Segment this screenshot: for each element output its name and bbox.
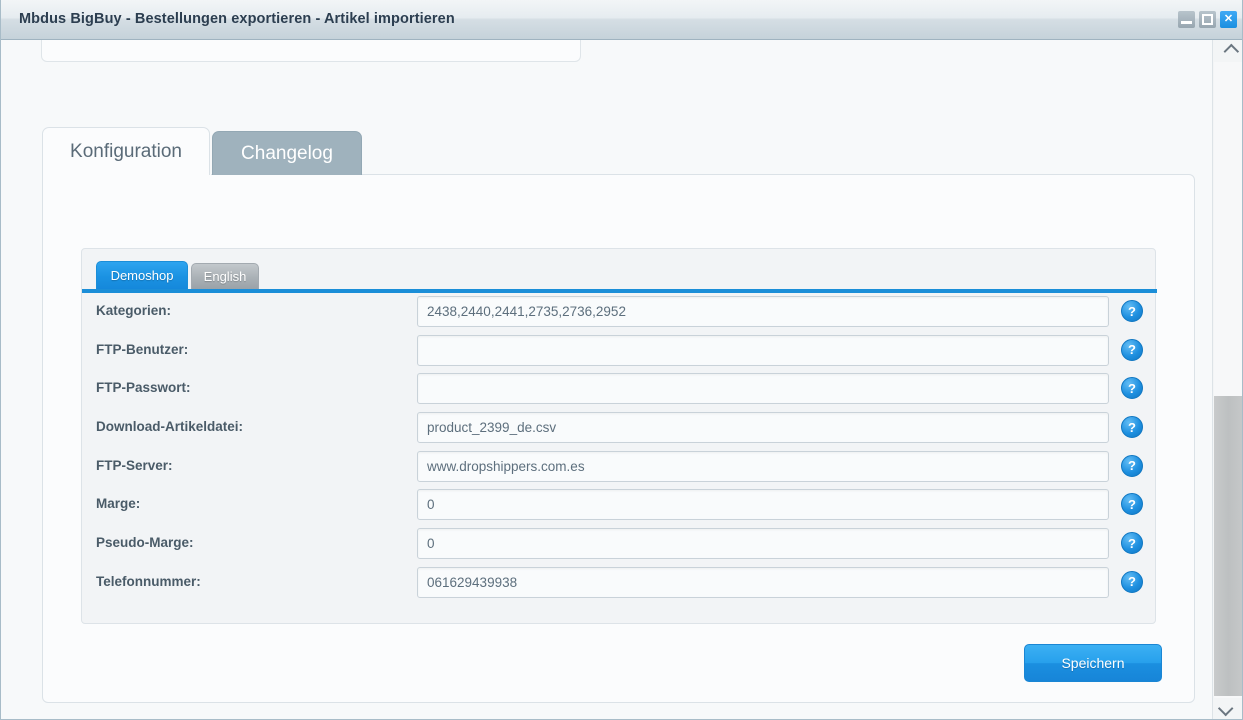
- tab-konfiguration-label: Konfiguration: [70, 141, 182, 163]
- save-button[interactable]: Speichern: [1024, 644, 1162, 682]
- shop-tab-english[interactable]: English: [191, 263, 259, 289]
- title-bar: Mbdus BigBuy - Bestellungen exportieren …: [1, 0, 1243, 40]
- configuration-form: Kategorien:?FTP-Benutzer:?FTP-Passwort:?…: [82, 293, 1157, 603]
- minimize-button[interactable]: [1178, 11, 1195, 28]
- shop-tab-english-label: English: [204, 269, 247, 284]
- label-ftp-passwort: FTP-Passwort:: [96, 380, 191, 395]
- tab-konfiguration[interactable]: Konfiguration: [42, 127, 210, 175]
- help-icon-telefonnummer[interactable]: ?: [1121, 571, 1143, 593]
- maximize-button[interactable]: [1199, 11, 1216, 28]
- form-row-kategorien: Kategorien:?: [82, 293, 1157, 332]
- input-ftp-benutzer[interactable]: [417, 335, 1109, 366]
- resize-grip[interactable]: [1232, 709, 1242, 719]
- shop-tab-bar: Demoshop English: [82, 249, 1157, 291]
- help-icon-kategorien[interactable]: ?: [1121, 300, 1143, 322]
- outer-tab-bar: Konfiguration Changelog: [42, 127, 1195, 175]
- shop-settings-panel: Demoshop English Kategorien:?FTP-Benutze…: [81, 248, 1156, 624]
- chevron-up-icon: [1224, 43, 1240, 59]
- input-pseudo-marge[interactable]: [417, 528, 1109, 559]
- close-button[interactable]: ✕: [1220, 11, 1237, 28]
- input-ftp-passwort[interactable]: [417, 373, 1109, 404]
- form-row-pseudo-marge: Pseudo-Marge:?: [82, 525, 1157, 564]
- window-title: Mbdus BigBuy - Bestellungen exportieren …: [19, 11, 455, 27]
- input-ftp-server[interactable]: [417, 451, 1109, 482]
- input-telefonnummer[interactable]: [417, 567, 1109, 598]
- vertical-scrollbar[interactable]: [1212, 40, 1243, 719]
- input-kategorien[interactable]: [417, 296, 1109, 327]
- form-row-ftp-passwort: FTP-Passwort:?: [82, 370, 1157, 409]
- close-icon: ✕: [1220, 11, 1237, 28]
- label-download-artikeldatei: Download-Artikeldatei:: [96, 419, 243, 434]
- label-ftp-benutzer: FTP-Benutzer:: [96, 342, 188, 357]
- form-row-marge: Marge:?: [82, 486, 1157, 525]
- help-icon-pseudo-marge[interactable]: ?: [1121, 532, 1143, 554]
- label-ftp-server: FTP-Server:: [96, 458, 173, 473]
- label-marge: Marge:: [96, 496, 140, 511]
- form-row-download-artikeldatei: Download-Artikeldatei:?: [82, 409, 1157, 448]
- minimize-icon: [1181, 21, 1192, 24]
- konfiguration-panel: Demoshop English Kategorien:?FTP-Benutze…: [42, 174, 1195, 703]
- form-row-ftp-benutzer: FTP-Benutzer:?: [82, 332, 1157, 371]
- label-kategorien: Kategorien:: [96, 303, 171, 318]
- label-telefonnummer: Telefonnummer:: [96, 574, 201, 589]
- help-icon-ftp-passwort[interactable]: ?: [1121, 377, 1143, 399]
- partial-panel-above: [41, 40, 581, 62]
- maximize-icon: [1202, 14, 1213, 25]
- form-row-ftp-server: FTP-Server:?: [82, 448, 1157, 487]
- help-icon-marge[interactable]: ?: [1121, 493, 1143, 515]
- form-row-telefonnummer: Telefonnummer:?: [82, 564, 1157, 603]
- page-content: Konfiguration Changelog Demoshop English: [2, 40, 1212, 719]
- shop-tab-demoshop[interactable]: Demoshop: [96, 261, 188, 289]
- help-icon-ftp-benutzer[interactable]: ?: [1121, 339, 1143, 361]
- scroll-up-arrow[interactable]: [1214, 40, 1243, 62]
- tab-changelog[interactable]: Changelog: [212, 131, 362, 175]
- help-icon-ftp-server[interactable]: ?: [1121, 455, 1143, 477]
- label-pseudo-marge: Pseudo-Marge:: [96, 535, 194, 550]
- scrollbar-thumb[interactable]: [1214, 396, 1243, 696]
- help-icon-download-artikeldatei[interactable]: ?: [1121, 416, 1143, 438]
- input-marge[interactable]: [417, 489, 1109, 520]
- shop-tab-demoshop-label: Demoshop: [111, 268, 174, 283]
- input-download-artikeldatei[interactable]: [417, 412, 1109, 443]
- application-window: Mbdus BigBuy - Bestellungen exportieren …: [0, 0, 1243, 720]
- tab-changelog-label: Changelog: [241, 143, 333, 165]
